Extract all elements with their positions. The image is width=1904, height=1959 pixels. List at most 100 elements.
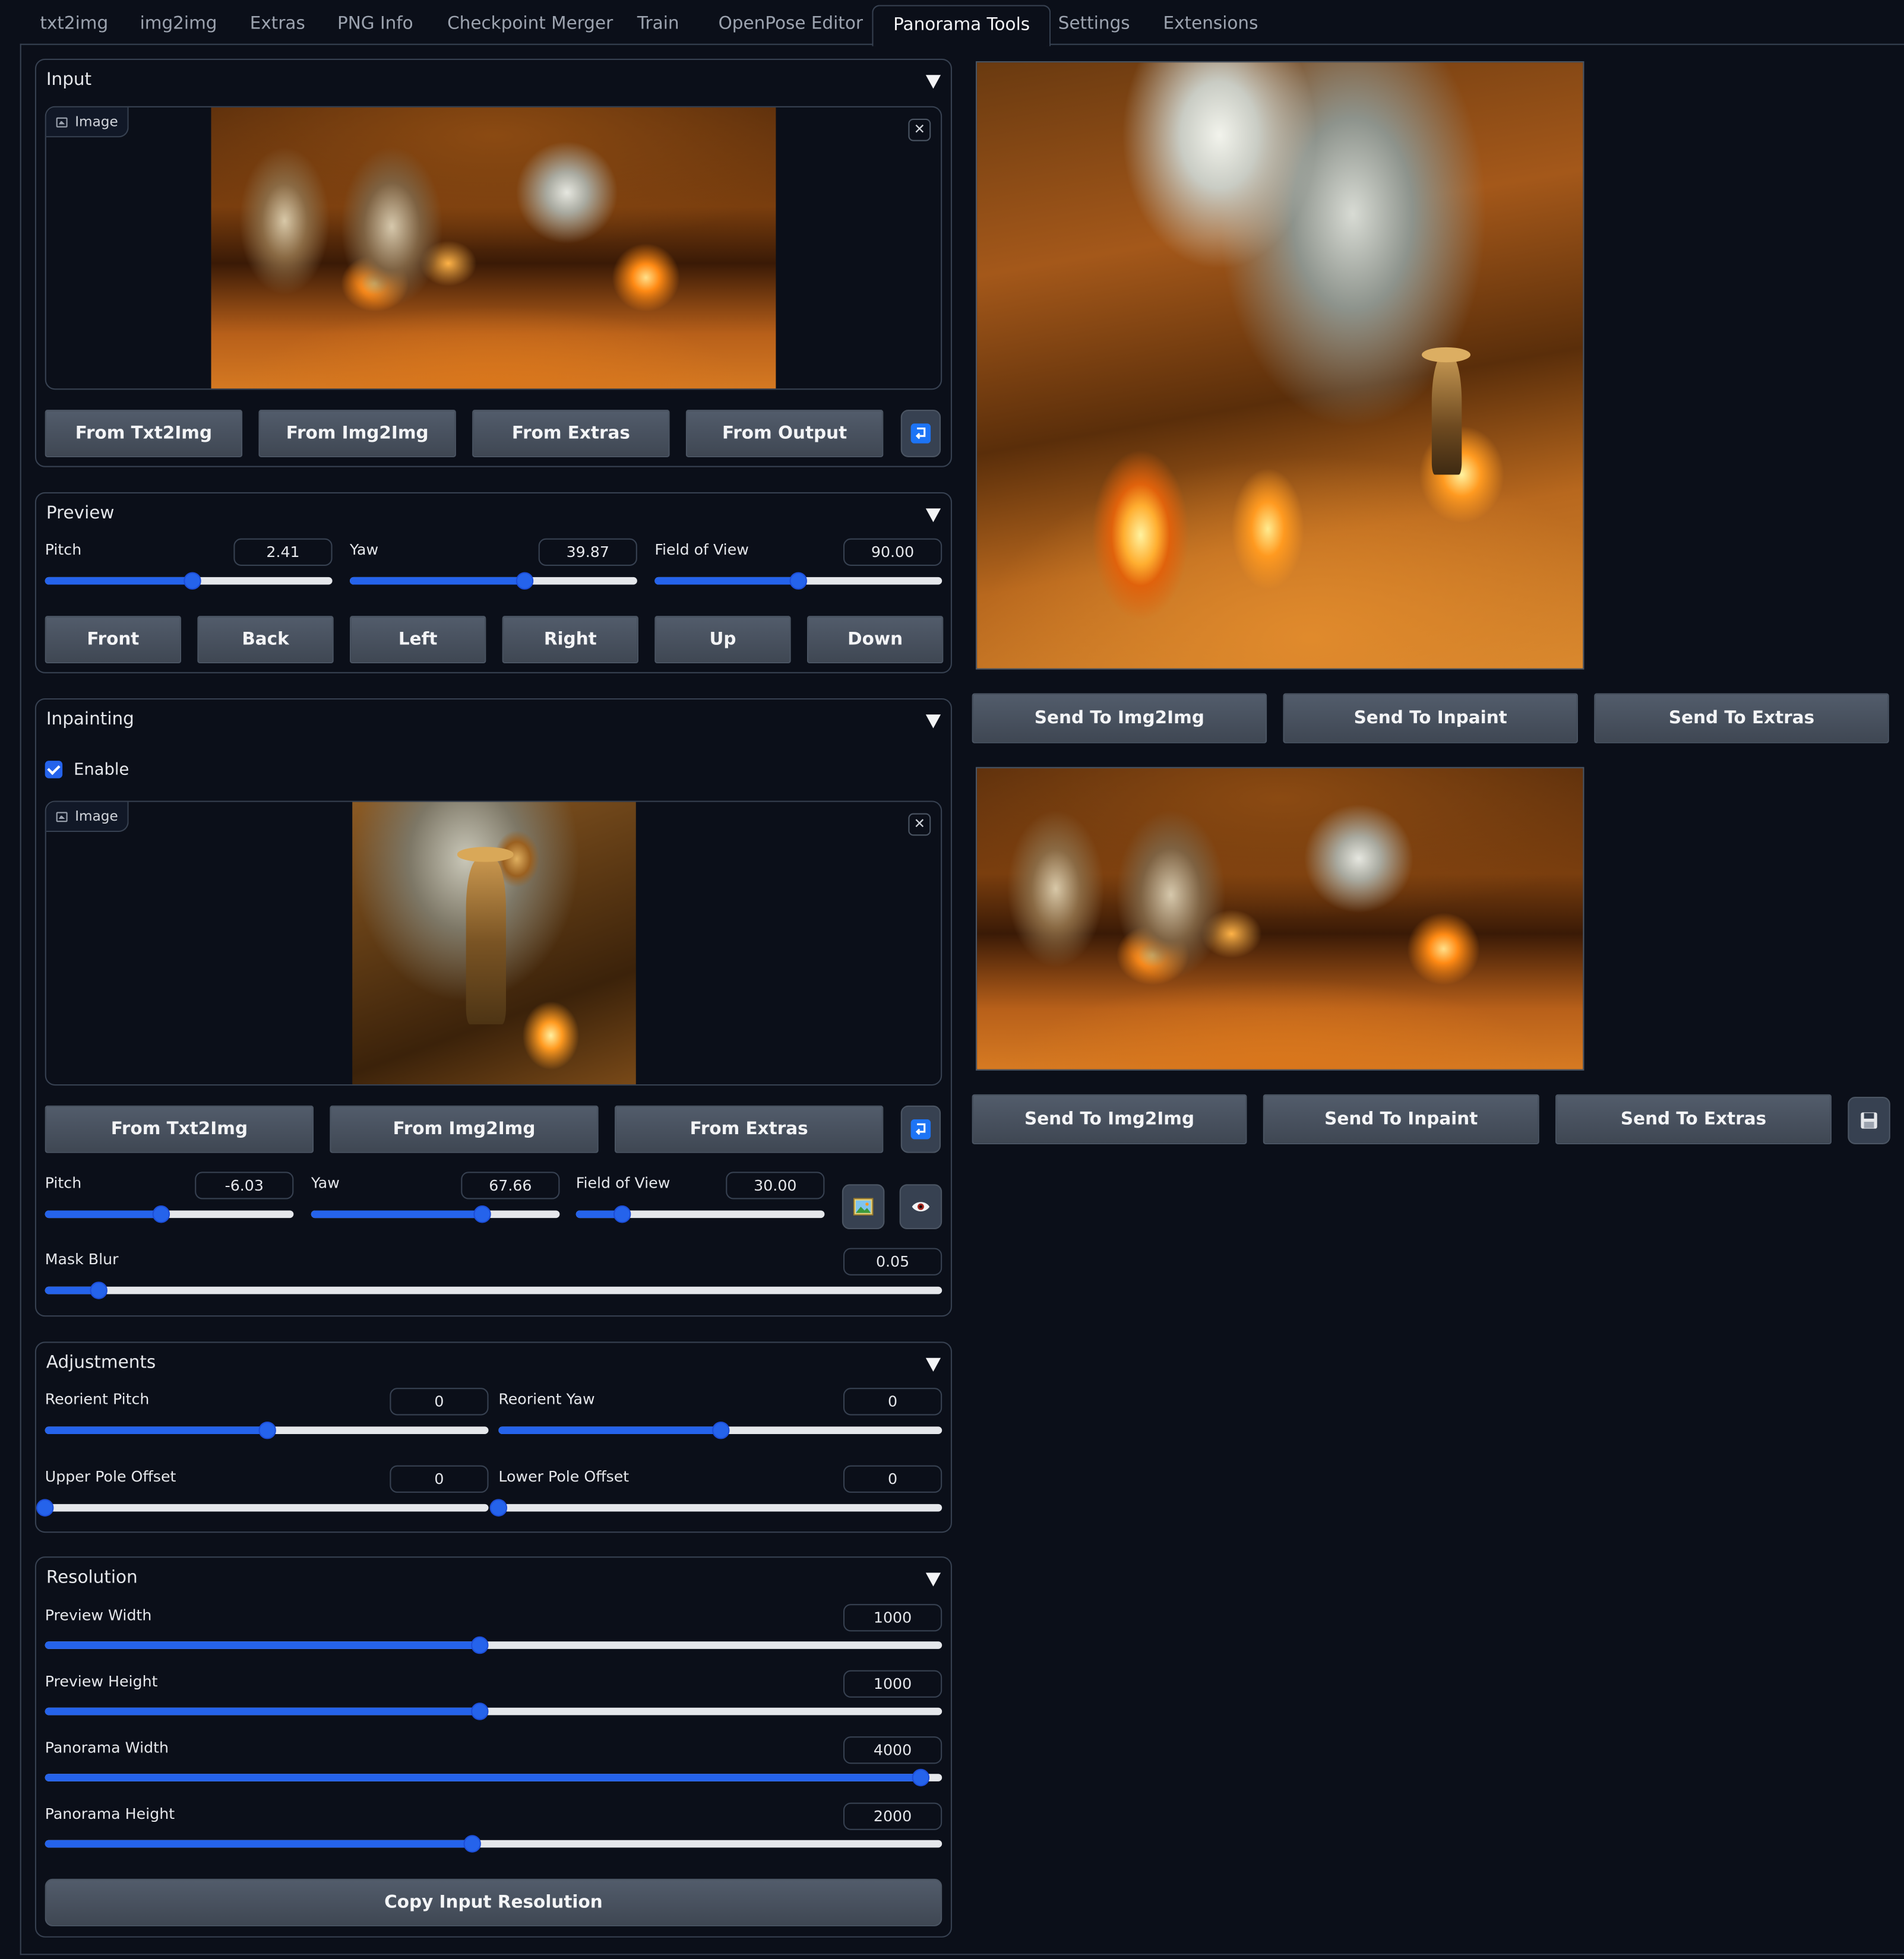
close-icon[interactable]: ✕	[908, 118, 931, 141]
send-to-inpaint-button[interactable]: Send To Inpaint	[1263, 1094, 1539, 1144]
slider-handle[interactable]	[912, 1768, 929, 1787]
collapse-caret-icon[interactable]	[925, 714, 941, 729]
tab-train[interactable]: Train	[617, 5, 699, 43]
inpaint-fov-slider[interactable]	[575, 1205, 825, 1223]
tab-panorama-tools[interactable]: Panorama Tools	[872, 5, 1051, 46]
pitch-slider[interactable]	[45, 572, 333, 590]
slider-handle[interactable]	[90, 1281, 108, 1299]
up-button[interactable]: Up	[654, 616, 791, 664]
inpaint-pitch-slider[interactable]	[45, 1205, 294, 1223]
tab-openpose-editor[interactable]: OpenPose Editor	[698, 5, 883, 43]
copy-input-resolution-button[interactable]: Copy Input Resolution	[45, 1878, 942, 1926]
inpainting-image-box[interactable]: Image ✕	[45, 800, 942, 1086]
back-button[interactable]: Back	[197, 616, 334, 664]
tab-png-info[interactable]: PNG Info	[317, 5, 433, 43]
panorama-height-slider[interactable]	[45, 1835, 942, 1853]
collapse-caret-icon[interactable]	[925, 508, 941, 523]
eye-icon	[912, 1202, 930, 1212]
tab-checkpoint-merger[interactable]: Checkpoint Merger	[427, 5, 632, 43]
collapse-caret-icon[interactable]	[925, 1357, 941, 1372]
slider-handle[interactable]	[789, 572, 807, 590]
inpaint-yaw-input[interactable]: 67.66	[461, 1172, 560, 1200]
image-icon	[56, 116, 68, 127]
enable-checkbox[interactable]	[45, 761, 63, 778]
fov-label: Field of View	[654, 540, 749, 559]
slider-handle[interactable]	[152, 1205, 170, 1223]
slider-handle[interactable]	[184, 572, 201, 590]
send-to-inpaint-button[interactable]: Send To Inpaint	[1283, 693, 1578, 743]
slider-handle[interactable]	[258, 1421, 276, 1439]
preview-mask-button[interactable]	[899, 1184, 942, 1230]
reorient-yaw-input[interactable]: 0	[843, 1388, 942, 1416]
reuse-button[interactable]	[900, 410, 941, 457]
panorama-width-input[interactable]: 4000	[843, 1736, 942, 1764]
reorient-pitch-input[interactable]: 0	[390, 1388, 489, 1416]
preview-width-input[interactable]: 1000	[843, 1604, 942, 1632]
left-button[interactable]: Left	[350, 616, 486, 664]
enable-label: Enable	[74, 761, 129, 780]
input-title: Input	[46, 69, 92, 90]
reorient-yaw-slider[interactable]	[498, 1421, 942, 1439]
mask-blur-slider[interactable]	[45, 1281, 942, 1299]
yaw-input[interactable]: 39.87	[538, 538, 637, 566]
input-image-box[interactable]: Image ✕	[45, 106, 942, 390]
collapse-caret-icon[interactable]	[925, 1572, 941, 1587]
tab-settings[interactable]: Settings	[1038, 5, 1150, 43]
figure-hat	[1422, 347, 1471, 363]
tab-extensions[interactable]: Extensions	[1143, 5, 1278, 43]
upper-pole-offset-label: Upper Pole Offset	[45, 1467, 176, 1486]
slider-fill	[45, 1641, 480, 1649]
yaw-slider[interactable]	[350, 572, 637, 590]
slider-handle[interactable]	[711, 1421, 729, 1439]
collapse-caret-icon[interactable]	[925, 75, 941, 89]
send-to-extras-button[interactable]: Send To Extras	[1594, 693, 1889, 743]
front-button[interactable]: Front	[45, 616, 182, 664]
preview-height-label: Preview Height	[45, 1672, 158, 1691]
from-img2img-button[interactable]: From Img2Img	[258, 410, 456, 457]
lower-pole-offset-slider[interactable]	[489, 1499, 942, 1517]
panorama-width-label: Panorama Width	[45, 1739, 169, 1757]
preview-height-input[interactable]: 1000	[843, 1670, 942, 1698]
inpaint-yaw-slider[interactable]	[311, 1205, 560, 1223]
panorama-height-input[interactable]: 2000	[843, 1802, 942, 1830]
from-img2img-button[interactable]: From Img2Img	[330, 1105, 599, 1153]
reuse-button[interactable]	[900, 1105, 941, 1153]
tab-extras[interactable]: Extras	[230, 5, 325, 43]
from-extras-button[interactable]: From Extras	[615, 1105, 884, 1153]
close-icon[interactable]: ✕	[908, 813, 931, 836]
right-button[interactable]: Right	[502, 616, 638, 664]
from-txt2img-button[interactable]: From Txt2Img	[45, 1105, 314, 1153]
from-extras-button[interactable]: From Extras	[472, 410, 670, 457]
down-button[interactable]: Down	[806, 616, 944, 664]
from-txt2img-button[interactable]: From Txt2Img	[45, 410, 243, 457]
preview-width-slider[interactable]	[45, 1636, 942, 1654]
inpaint-fov-label: Field of View	[575, 1174, 670, 1192]
pitch-input[interactable]: 2.41	[233, 538, 333, 566]
fov-slider[interactable]	[654, 572, 942, 590]
send-to-img2img-button[interactable]: Send To Img2Img	[972, 1094, 1247, 1144]
tab-img2img[interactable]: img2img	[120, 5, 237, 43]
from-output-button[interactable]: From Output	[685, 410, 884, 457]
save-button[interactable]	[1848, 1097, 1890, 1144]
slider-handle[interactable]	[473, 1205, 491, 1223]
upper-pole-offset-slider[interactable]	[36, 1499, 489, 1517]
show-image-button[interactable]	[842, 1184, 885, 1230]
inpaint-fov-input[interactable]: 30.00	[726, 1172, 825, 1200]
preview-height-slider[interactable]	[45, 1702, 942, 1720]
tab-txt2img[interactable]: txt2img	[20, 5, 128, 43]
preview-title: Preview	[46, 503, 115, 524]
lower-pole-offset-label: Lower Pole Offset	[498, 1467, 630, 1486]
save-icon	[1861, 1112, 1877, 1129]
lower-pole-offset-input[interactable]: 0	[843, 1465, 942, 1493]
upper-pole-offset-input[interactable]: 0	[390, 1465, 489, 1493]
fov-input[interactable]: 90.00	[843, 538, 942, 566]
send-to-extras-button[interactable]: Send To Extras	[1555, 1094, 1832, 1144]
input-panorama-image	[211, 107, 776, 389]
send-to-img2img-button[interactable]: Send To Img2Img	[972, 693, 1267, 743]
inpaint-pitch-input[interactable]: -6.03	[195, 1172, 294, 1200]
mask-blur-input[interactable]: 0.05	[843, 1248, 942, 1276]
slider-handle[interactable]	[489, 1499, 508, 1517]
slider-handle[interactable]	[36, 1499, 54, 1517]
reorient-pitch-slider[interactable]	[45, 1421, 489, 1439]
panorama-width-slider[interactable]	[45, 1768, 942, 1787]
